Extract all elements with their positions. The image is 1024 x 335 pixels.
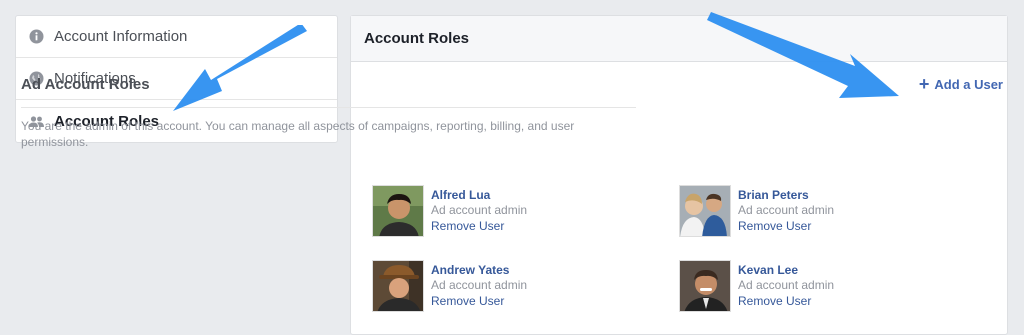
- plus-icon: +: [918, 74, 930, 94]
- remove-user-link[interactable]: Remove User: [431, 218, 527, 234]
- user-name[interactable]: Andrew Yates: [431, 262, 527, 278]
- user-name[interactable]: Kevan Lee: [738, 262, 834, 278]
- remove-user-link[interactable]: Remove User: [431, 293, 527, 309]
- user-card: Andrew Yates Ad account admin Remove Use…: [372, 260, 527, 312]
- info-icon: [29, 29, 44, 44]
- user-card: Brian Peters Ad account admin Remove Use…: [679, 185, 834, 237]
- section-title: Ad Account Roles: [21, 76, 150, 93]
- avatar: [372, 185, 424, 237]
- add-user-label: Add a User: [934, 77, 1003, 92]
- user-card: Alfred Lua Ad account admin Remove User: [372, 185, 527, 237]
- avatar: [679, 260, 731, 312]
- admin-description: You are the admin of this account. You c…: [21, 119, 575, 149]
- sidebar-item-label: Account Information: [54, 28, 188, 45]
- user-role: Ad account admin: [431, 203, 528, 217]
- user-role: Ad account admin: [738, 203, 835, 217]
- user-role: Ad account admin: [738, 278, 835, 292]
- add-user-button[interactable]: + Add a User: [918, 74, 1003, 94]
- remove-user-link[interactable]: Remove User: [738, 218, 834, 234]
- avatar: [372, 260, 424, 312]
- user-card: Kevan Lee Ad account admin Remove User: [679, 260, 834, 312]
- avatar: [679, 185, 731, 237]
- panel-title: Account Roles: [351, 16, 1007, 62]
- user-role: Ad account admin: [431, 278, 528, 292]
- user-name[interactable]: Brian Peters: [738, 187, 834, 203]
- remove-user-link[interactable]: Remove User: [738, 293, 834, 309]
- divider: [21, 107, 636, 108]
- sidebar-item-account-information[interactable]: Account Information: [16, 16, 337, 58]
- user-name[interactable]: Alfred Lua: [431, 187, 527, 203]
